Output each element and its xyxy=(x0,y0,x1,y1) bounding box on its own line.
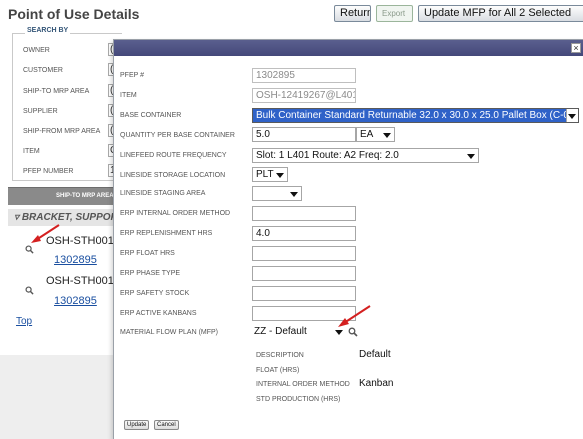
search-label-supplier: SUPPLIER xyxy=(23,108,58,115)
lineside-storage-select[interactable]: PLT xyxy=(252,167,288,182)
qty-unit-select[interactable]: EA xyxy=(356,127,395,142)
search-label-ship-to-mrp-area: SHIP-TO MRP AREA xyxy=(23,88,90,95)
dropdown-arrow-icon xyxy=(276,173,284,178)
erp-replenishment-input[interactable]: 4.0 xyxy=(252,226,356,241)
label-erp-kanbans: ERP ACTIVE KANBANS xyxy=(120,310,197,317)
red-arrow-annotation xyxy=(338,305,371,327)
pfep-field: 1302895 xyxy=(252,68,356,83)
dropdown-arrow-icon xyxy=(335,330,343,335)
dropdown-arrow-icon xyxy=(467,154,475,159)
info-value-description: Default xyxy=(359,349,391,360)
search-label-item: ITEM xyxy=(23,148,40,155)
lineside-staging-select[interactable] xyxy=(252,186,302,201)
search-label-pfep-number: PFEP NUMBER xyxy=(23,168,74,175)
dropdown-arrow-icon xyxy=(290,192,298,197)
search-label-owner: OWNER xyxy=(23,47,50,54)
results-table-header: SHIP-TO MRP AREA xyxy=(8,187,116,205)
mfp-select[interactable]: ZZ - Default xyxy=(254,325,346,340)
lineside-storage-value: PLT xyxy=(256,169,274,180)
page-title: Point of Use Details xyxy=(8,6,140,22)
export-button[interactable]: Export xyxy=(376,5,413,22)
info-label-internal-order: INTERNAL ORDER METHOD xyxy=(256,381,350,388)
erp-internal-order-input[interactable] xyxy=(252,206,356,221)
label-erp-float: ERP FLOAT HRS xyxy=(120,250,175,257)
update-mfp-all-button[interactable]: Update MFP for All 2 Selected xyxy=(418,5,583,22)
linefeed-frequency-select[interactable]: Slot: 1 L401 Route: A2 Freq: 2.0 xyxy=(252,148,479,163)
info-value-internal-order: Kanban xyxy=(359,378,394,389)
erp-safety-input[interactable] xyxy=(252,286,356,301)
collapse-triangle-icon[interactable]: ▿ xyxy=(14,212,22,223)
dialog-title-bar[interactable] xyxy=(114,40,583,56)
red-arrow-annotation xyxy=(31,224,60,243)
qty-unit-value: EA xyxy=(360,129,374,140)
close-icon[interactable]: × xyxy=(571,43,581,53)
column-header-ship-to-mrp-area[interactable]: SHIP-TO MRP AREA xyxy=(56,193,114,199)
dropdown-arrow-icon xyxy=(383,133,391,138)
search-label-customer: CUSTOMER xyxy=(23,67,63,74)
label-linefeed-frequency: LINEFEED ROUTE FREQUENCY xyxy=(120,152,227,159)
base-container-value: Bulk Container Standard Returnable 32.0 … xyxy=(256,110,579,121)
label-lineside-storage: LINESIDE STORAGE LOCATION xyxy=(120,172,226,179)
label-erp-internal-order: ERP INTERNAL ORDER METHOD xyxy=(120,210,231,217)
dropdown-button[interactable] xyxy=(566,109,578,122)
label-item: ITEM xyxy=(120,92,137,99)
erp-phase-input[interactable] xyxy=(252,266,356,281)
erp-float-input[interactable] xyxy=(252,246,356,261)
label-erp-phase: ERP PHASE TYPE xyxy=(120,270,181,277)
label-pfep: PFEP # xyxy=(120,72,144,79)
pfep-edit-dialog: × PFEP # 1302895 ITEM OSH-12419267@L401 … xyxy=(113,39,583,439)
label-erp-safety: ERP SAFETY STOCK xyxy=(120,290,190,297)
label-mfp: MATERIAL FLOW PLAN (MFP) xyxy=(120,329,219,336)
top-link[interactable]: Top xyxy=(16,316,32,327)
label-base-container: BASE CONTAINER xyxy=(120,112,182,119)
cancel-button[interactable]: Cancel xyxy=(154,420,179,430)
base-container-select[interactable]: Bulk Container Standard Returnable 32.0 … xyxy=(252,108,579,123)
search-panel xyxy=(12,33,122,181)
update-button[interactable]: Update xyxy=(124,420,150,430)
table-row-text: OSH-STH001 xyxy=(46,275,114,287)
item-field: OSH-12419267@L401 xyxy=(252,88,356,103)
label-lineside-staging: LINESIDE STAGING AREA xyxy=(120,190,206,197)
info-label-std-production: STD PRODUCTION (HRS) xyxy=(256,396,341,403)
info-label-description: DESCRIPTION xyxy=(256,352,304,359)
qty-per-base-input[interactable]: 5.0 xyxy=(252,127,356,142)
mfp-value: ZZ - Default xyxy=(254,326,307,337)
linefeed-frequency-value: Slot: 1 L401 Route: A2 Freq: 2.0 xyxy=(256,150,399,161)
search-label-ship-from-mrp-area: SHIP-FROM MRP AREA xyxy=(23,128,101,135)
search-legend: SEARCH BY xyxy=(25,27,71,34)
magnifier-icon[interactable] xyxy=(25,286,34,295)
return-button[interactable]: Return xyxy=(334,5,371,22)
label-qty-per-base: QUANTITY PER BASE CONTAINER xyxy=(120,132,235,139)
dropdown-arrow-icon xyxy=(568,114,576,119)
table-row-link[interactable]: 1302895 xyxy=(54,295,97,307)
info-label-float: FLOAT (HRS) xyxy=(256,367,300,374)
table-row-link[interactable]: 1302895 xyxy=(54,254,97,266)
label-erp-replenishment: ERP REPLENISHMENT HRS xyxy=(120,230,213,237)
